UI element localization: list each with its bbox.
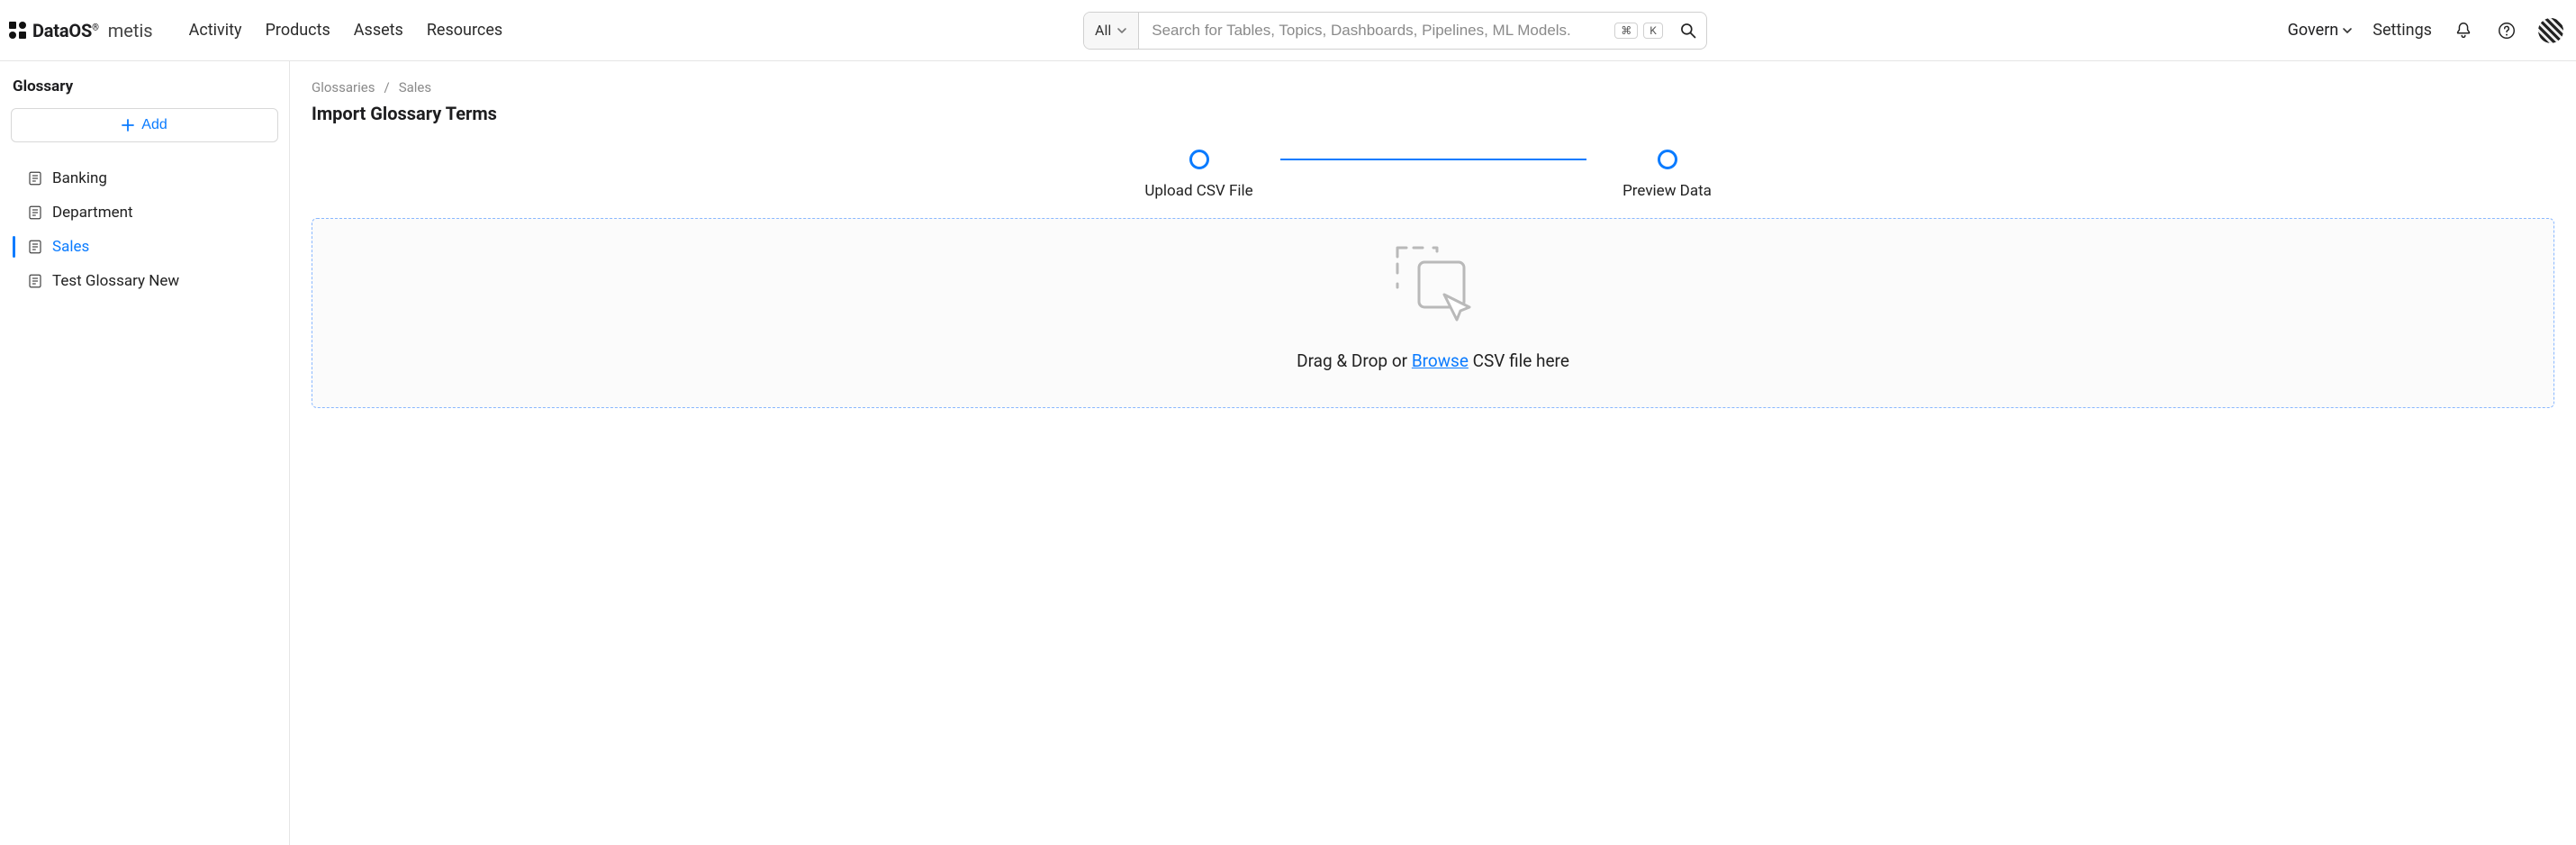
settings-link[interactable]: Settings — [2373, 21, 2432, 40]
bell-icon — [2454, 21, 2473, 41]
sidebar-item-label: Sales — [52, 238, 89, 256]
search-input[interactable] — [1139, 13, 1607, 49]
add-glossary-button[interactable]: Add — [11, 108, 278, 142]
topbar-right: Govern Settings — [2288, 18, 2563, 43]
document-icon — [27, 204, 43, 221]
search-wrap: All ⌘ K — [1083, 12, 1707, 50]
glossary-tree: Banking Department Sales Test Glossary N… — [11, 164, 278, 295]
sidebar-item-label: Department — [52, 204, 133, 222]
csv-dropzone[interactable]: Drag & Drop or Browse CSV file here — [312, 218, 2554, 408]
breadcrumb: Glossaries / Sales — [312, 79, 2554, 95]
help-icon — [2497, 21, 2517, 41]
sidebar-item-sales[interactable]: Sales — [11, 232, 278, 261]
step-upload: Upload CSV File — [1118, 150, 1280, 200]
document-icon — [27, 273, 43, 289]
sidebar-item-banking[interactable]: Banking — [11, 164, 278, 193]
plus-icon — [122, 119, 134, 132]
dropzone-text-prefix: Drag & Drop or — [1297, 350, 1412, 371]
nav-activity[interactable]: Activity — [189, 21, 242, 40]
browse-link[interactable]: Browse — [1412, 350, 1469, 371]
chevron-down-icon — [2342, 25, 2353, 36]
sidebar-item-label: Test Glossary New — [52, 272, 179, 290]
sidebar-item-test-glossary-new[interactable]: Test Glossary New — [11, 267, 278, 295]
dropzone-text: Drag & Drop or Browse CSV file here — [1297, 350, 1569, 371]
step-label: Preview Data — [1622, 182, 1712, 200]
brand[interactable]: DataOS® metis — [9, 20, 153, 41]
sidebar-item-label: Banking — [52, 169, 107, 187]
document-icon — [27, 239, 43, 255]
sidebar: Glossary Add Banking Department Sales — [0, 61, 290, 845]
breadcrumb-root[interactable]: Glossaries — [312, 79, 375, 95]
sidebar-item-department[interactable]: Department — [11, 198, 278, 227]
brand-module: metis — [108, 20, 153, 41]
breadcrumb-current[interactable]: Sales — [399, 79, 431, 95]
help-button[interactable] — [2495, 19, 2518, 42]
brand-logo-icon — [9, 22, 27, 40]
govern-dropdown[interactable]: Govern — [2288, 21, 2354, 40]
brand-name: DataOS® — [32, 20, 99, 41]
add-button-label: Add — [141, 117, 167, 133]
notifications-button[interactable] — [2452, 19, 2475, 42]
step-circle-icon — [1658, 150, 1677, 169]
drag-drop-icon — [1388, 242, 1478, 325]
stepper: Upload CSV File Preview Data — [1109, 150, 1758, 200]
search-button[interactable] — [1670, 13, 1706, 49]
search-icon — [1679, 22, 1697, 40]
govern-label: Govern — [2288, 21, 2339, 40]
main: Glossaries / Sales Import Glossary Terms… — [290, 61, 2576, 845]
sidebar-title: Glossary — [13, 77, 278, 95]
avatar[interactable] — [2538, 18, 2563, 43]
step-circle-icon — [1189, 150, 1209, 169]
search-scope-dropdown[interactable]: All — [1084, 13, 1139, 49]
chevron-down-icon — [1116, 25, 1127, 36]
search-shortcut: ⌘ K — [1607, 23, 1670, 39]
topbar: DataOS® metis Activity Products Assets R… — [0, 0, 2576, 61]
search-group: All ⌘ K — [1083, 12, 1707, 50]
document-icon — [27, 170, 43, 186]
dropzone-text-suffix: CSV file here — [1469, 350, 1569, 371]
search-scope-label: All — [1095, 22, 1111, 39]
step-connector — [1280, 159, 1586, 160]
page-title: Import Glossary Terms — [312, 103, 2554, 124]
nav-products[interactable]: Products — [266, 21, 330, 40]
breadcrumb-separator: / — [384, 79, 390, 95]
step-label: Upload CSV File — [1144, 182, 1252, 200]
nav-assets[interactable]: Assets — [354, 21, 403, 40]
kbd-cmd: ⌘ — [1614, 23, 1638, 39]
primary-nav: Activity Products Assets Resources — [189, 21, 503, 40]
kbd-key: K — [1643, 23, 1663, 39]
layout: Glossary Add Banking Department Sales — [0, 61, 2576, 845]
nav-resources[interactable]: Resources — [427, 21, 502, 40]
step-preview: Preview Data — [1586, 150, 1749, 200]
